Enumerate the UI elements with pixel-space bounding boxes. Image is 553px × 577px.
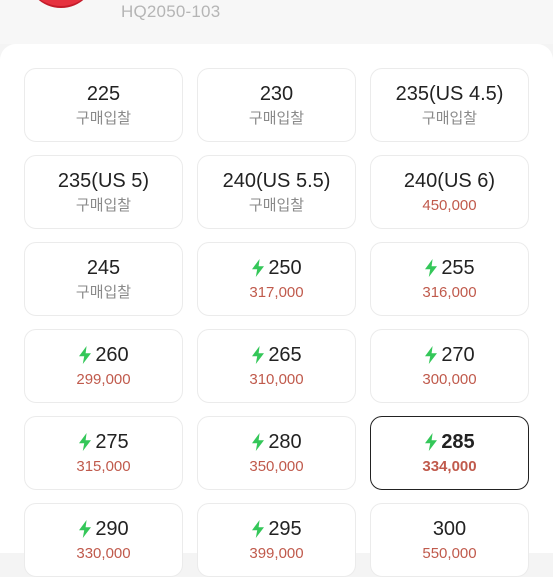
size-value: 280	[268, 430, 302, 453]
size-value: 270	[441, 343, 475, 366]
size-option-0[interactable]: 225 구매입찰	[24, 68, 183, 142]
size-value: 235(US 4.5)	[395, 82, 504, 105]
size-label-row: 230	[260, 82, 293, 106]
bid-label: 구매입찰	[248, 109, 305, 127]
price-value: 300,000	[422, 370, 477, 388]
size-option-15[interactable]: 290 330,000	[24, 503, 183, 577]
size-label-row: 265	[251, 343, 302, 367]
size-option-14[interactable]: 285 334,000	[370, 416, 529, 490]
size-option-11[interactable]: 270 300,000	[370, 329, 529, 403]
price-value: 317,000	[249, 283, 304, 301]
product-header: HQ2050-103	[0, 0, 553, 44]
price-value: 550,000	[422, 544, 477, 562]
size-value: 300	[432, 517, 467, 540]
size-value: 250	[268, 256, 302, 279]
size-option-6[interactable]: 245 구매입찰	[24, 242, 183, 316]
size-option-4[interactable]: 240(US 5.5) 구매입찰	[197, 155, 356, 229]
size-option-16[interactable]: 295 399,000	[197, 503, 356, 577]
size-value: 255	[441, 256, 475, 279]
lightning-bolt-icon	[251, 258, 265, 277]
size-option-8[interactable]: 255 316,000	[370, 242, 529, 316]
size-label-row: 300	[433, 517, 466, 541]
price-value: 334,000	[422, 457, 477, 475]
bid-label: 구매입찰	[421, 109, 478, 127]
lightning-bolt-icon	[78, 432, 92, 451]
price-value: 316,000	[422, 283, 477, 301]
size-label-row: 235(US 5)	[58, 169, 149, 193]
price-value: 315,000	[76, 457, 131, 475]
size-label-row: 225	[87, 82, 120, 106]
bid-label: 구매입찰	[75, 283, 132, 301]
size-value: 260	[95, 343, 129, 366]
price-value: 299,000	[76, 370, 131, 388]
price-value: 399,000	[249, 544, 304, 562]
size-label-row: 275	[78, 430, 129, 454]
size-option-7[interactable]: 250 317,000	[197, 242, 356, 316]
size-value: 290	[95, 517, 129, 540]
bid-label: 구매입찰	[75, 196, 132, 214]
lightning-bolt-icon	[251, 345, 265, 364]
size-value: 240(US 5.5)	[222, 169, 331, 192]
lightning-bolt-icon	[251, 519, 265, 538]
size-label-row: 255	[424, 256, 475, 280]
lightning-bolt-icon	[251, 432, 265, 451]
size-option-10[interactable]: 265 310,000	[197, 329, 356, 403]
size-label-row: 285	[424, 430, 475, 454]
size-value: 225	[86, 82, 121, 105]
bid-label: 구매입찰	[75, 109, 132, 127]
size-option-3[interactable]: 235(US 5) 구매입찰	[24, 155, 183, 229]
product-thumbnail	[26, 0, 96, 8]
price-value: 450,000	[422, 196, 477, 214]
size-option-17[interactable]: 300 550,000	[370, 503, 529, 577]
size-value: 245	[86, 256, 121, 279]
lightning-bolt-icon	[424, 258, 438, 277]
size-label-row: 290	[78, 517, 129, 541]
lightning-bolt-icon	[424, 345, 438, 364]
size-value: 265	[268, 343, 302, 366]
size-label-row: 295	[251, 517, 302, 541]
size-label-row: 250	[251, 256, 302, 280]
lightning-bolt-icon	[424, 432, 438, 451]
price-value: 350,000	[249, 457, 304, 475]
lightning-bolt-icon	[78, 345, 92, 364]
price-value: 330,000	[76, 544, 131, 562]
size-option-2[interactable]: 235(US 4.5) 구매입찰	[370, 68, 529, 142]
size-value: 230	[259, 82, 294, 105]
size-option-9[interactable]: 260 299,000	[24, 329, 183, 403]
size-option-1[interactable]: 230 구매입찰	[197, 68, 356, 142]
price-value: 310,000	[249, 370, 304, 388]
size-option-5[interactable]: 240(US 6) 450,000	[370, 155, 529, 229]
size-label-row: 270	[424, 343, 475, 367]
size-option-13[interactable]: 280 350,000	[197, 416, 356, 490]
size-label-row: 260	[78, 343, 129, 367]
model-code: HQ2050-103	[121, 2, 221, 21]
size-value: 235(US 5)	[57, 169, 150, 192]
size-grid: 225 구매입찰 230 구매입찰 235(US 4.5) 구매입찰 235(US 5) 구매…	[24, 68, 529, 577]
size-label-row: 240(US 6)	[404, 169, 495, 193]
lightning-bolt-icon	[78, 519, 92, 538]
size-label-row: 280	[251, 430, 302, 454]
size-value: 295	[268, 517, 302, 540]
size-label-row: 240(US 5.5)	[223, 169, 331, 193]
size-value: 240(US 6)	[403, 169, 496, 192]
size-value: 275	[95, 430, 129, 453]
size-value: 285	[441, 430, 475, 453]
size-option-12[interactable]: 275 315,000	[24, 416, 183, 490]
size-label-row: 235(US 4.5)	[396, 82, 504, 106]
size-label-row: 245	[87, 256, 120, 280]
bid-label: 구매입찰	[248, 196, 305, 214]
